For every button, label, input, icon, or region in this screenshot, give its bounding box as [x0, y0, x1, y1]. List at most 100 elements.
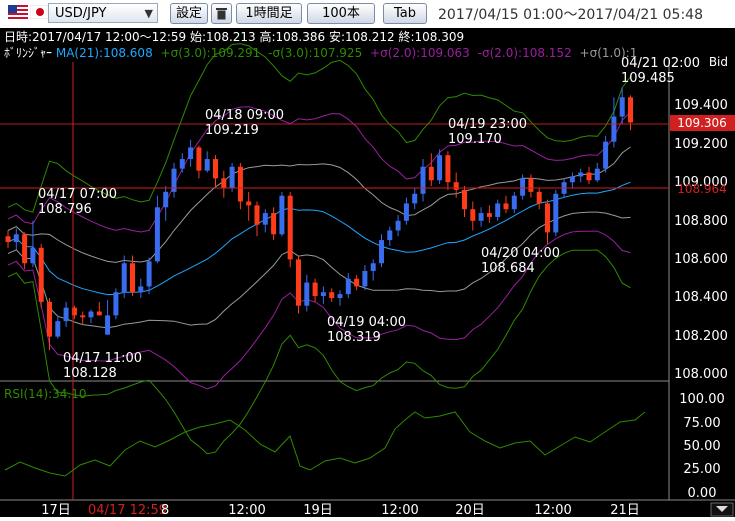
candle-body: [387, 230, 393, 241]
annotation-time: 04/21 02:00: [621, 56, 700, 71]
candle-body: [287, 195, 293, 260]
tab-button[interactable]: Tab: [383, 3, 427, 24]
rsi-label: RSI(14):34.10: [4, 387, 87, 401]
rsi-tick: 0.00: [688, 486, 717, 501]
candle-body: [437, 155, 443, 181]
time-tick: 12:00: [381, 503, 418, 517]
price-tick: 108.400: [674, 290, 728, 305]
annotation-price: 109.219: [205, 123, 259, 138]
time-tick-fragment: 8: [161, 503, 169, 517]
expand-icon[interactable]: [710, 502, 734, 517]
candle-body: [470, 209, 476, 221]
candle-body: [229, 166, 235, 188]
price-tick: 108.200: [674, 329, 728, 344]
toolbar: USD/JPY ▼ 設定 1時間足 100本 Tab 2017/04/15 01…: [0, 0, 735, 28]
candle-body: [586, 172, 592, 181]
candle-body: [262, 213, 268, 225]
legend-title: ﾎﾞﾘﾝｼﾞｬｰ: [4, 46, 52, 60]
candle-body: [603, 141, 609, 169]
annotation-time: 04/17 11:00: [63, 351, 142, 366]
candle-body: [22, 234, 28, 264]
candle-body: [196, 147, 202, 171]
candle-body: [213, 159, 218, 179]
annotation-price: 109.170: [448, 132, 502, 147]
us-flag-icon: [8, 5, 28, 19]
time-tick: 12:00: [534, 503, 571, 517]
candle-body: [628, 97, 633, 123]
candle-body: [88, 311, 94, 318]
candle-body: [163, 191, 169, 208]
candle-body: [13, 234, 19, 243]
candle-body: [237, 166, 243, 202]
chart-area[interactable]: 日時:2017/04/17 12:00～12:59 始:108.213 高:10…: [0, 28, 735, 518]
price-tick: 108.800: [674, 214, 728, 229]
settings-button[interactable]: 設定: [170, 3, 208, 24]
count-button[interactable]: 100本: [307, 3, 375, 24]
candle-body: [345, 278, 351, 295]
annotation-time: 04/20 04:00: [481, 246, 560, 261]
candle-body: [30, 247, 36, 264]
trash-button[interactable]: [211, 3, 232, 24]
candle-body: [254, 205, 260, 225]
annotation-price: 108.128: [63, 366, 117, 381]
annotation-time: 04/19 23:00: [448, 117, 527, 132]
candle-body: [96, 311, 102, 316]
time-tick: 17日: [41, 503, 71, 517]
date-range: 2017/04/15 01:00～2017/04/21 05:48: [438, 7, 703, 23]
candle-body: [545, 203, 550, 233]
candle-body: [246, 201, 252, 206]
candle-body: [379, 240, 384, 264]
crosshair-time-label: 04/17 12:59: [88, 503, 167, 517]
time-tick: 12:00: [228, 503, 265, 517]
candle-body: [5, 236, 11, 243]
chevron-down-icon: ▼: [144, 7, 153, 20]
candle-body: [395, 220, 401, 231]
candle-body: [63, 307, 69, 322]
candle-body: [204, 159, 210, 171]
candle-body: [362, 270, 368, 287]
ohlc-info: 日時:2017/04/17 12:00～12:59 始:108.213 高:10…: [4, 29, 464, 44]
time-tick: 19日: [303, 503, 333, 517]
rsi-tick: 25.00: [683, 462, 720, 477]
candle-body: [420, 166, 426, 194]
candle-body: [511, 195, 517, 210]
annotation-price: 108.796: [38, 202, 92, 217]
candle-body: [354, 278, 360, 287]
period-button[interactable]: 1時間足: [236, 3, 302, 24]
legend-p3: +σ(3.0):109.291: [161, 46, 261, 60]
candle-body: [121, 263, 127, 293]
candle-body: [130, 263, 135, 293]
candle-body: [578, 172, 584, 177]
currency-pair-label: USD/JPY: [55, 6, 107, 21]
candle-body: [179, 159, 185, 169]
candle-body: [428, 166, 434, 181]
annotation-time: 04/18 09:00: [205, 108, 284, 123]
annotation-time: 04/19 04:00: [327, 315, 406, 330]
candle-body: [453, 182, 459, 190]
candle-body: [611, 116, 617, 142]
candle-body: [113, 292, 119, 316]
candle-body: [154, 207, 160, 262]
candle-body: [462, 189, 467, 210]
rsi-tick: 50.00: [683, 439, 720, 454]
rsi-tick: 75.00: [683, 416, 720, 431]
time-tick: 21日: [610, 503, 640, 517]
candle-body: [271, 213, 277, 235]
candle-body: [337, 294, 343, 298]
time-tick: 20日: [455, 503, 485, 517]
rsi-tick: 100.00: [679, 392, 725, 407]
candle-body: [304, 282, 310, 306]
bollinger-legend: ﾎﾞﾘﾝｼﾞｬｰ MA(21):108.608 +σ(3.0):109.291 …: [4, 46, 637, 60]
price-tick: 108.600: [674, 252, 728, 267]
candle-body: [619, 97, 625, 117]
currency-pair-select[interactable]: USD/JPY ▼: [48, 3, 158, 23]
bid-label: Bid: [709, 55, 728, 69]
chart-svg[interactable]: 日時:2017/04/17 12:00～12:59 始:108.213 高:10…: [0, 28, 735, 518]
candle-body: [569, 176, 575, 183]
candle-body: [188, 147, 194, 160]
trash-icon: [216, 8, 227, 20]
candle-body: [520, 178, 526, 196]
candle-body: [553, 193, 559, 233]
candle-body: [594, 168, 600, 181]
candle-body: [55, 321, 61, 337]
